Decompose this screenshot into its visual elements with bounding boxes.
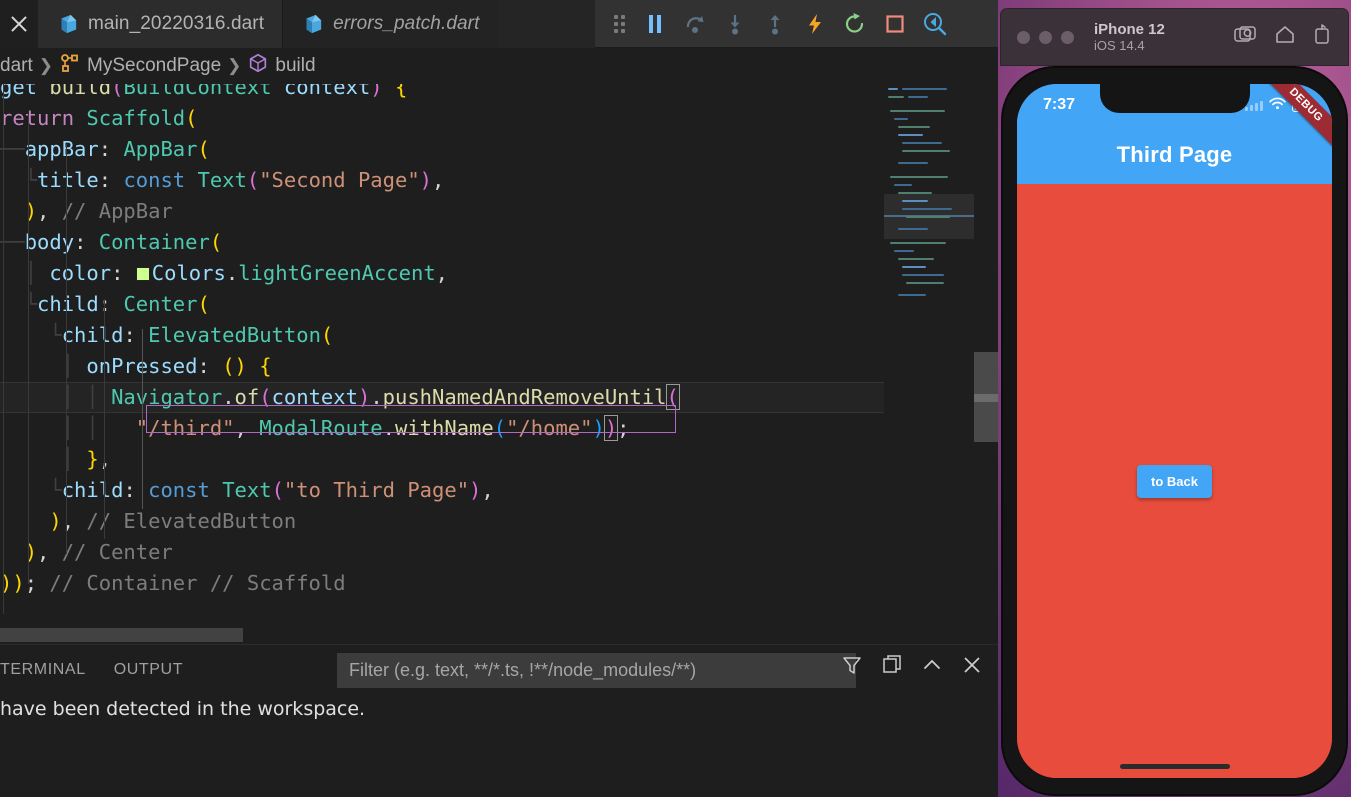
code-line: ──appBar: AppBar( xyxy=(0,137,210,161)
panel-actions xyxy=(840,653,984,677)
step-over-icon xyxy=(686,15,704,33)
pause-icon xyxy=(649,14,661,33)
panel-output-text: have been detected in the workspace. xyxy=(0,698,366,720)
hot-reload-button[interactable] xyxy=(795,0,835,48)
iphone-device: Third Page 7:37 DEBUG to Back xyxy=(999,68,1350,797)
tab-label: main_20220316.dart xyxy=(88,13,265,34)
home-icon[interactable] xyxy=(1274,24,1296,51)
code-line: ), // ElevatedButton xyxy=(49,509,297,533)
code-line: get build(BuildContext context) { xyxy=(0,84,408,99)
code-line: ──body: Container( xyxy=(0,230,223,254)
tab-main-dart[interactable]: main_20220316.dart xyxy=(38,0,283,48)
app-bar-title: Third Page xyxy=(1116,142,1233,167)
simulator-os-version: iOS 14.4 xyxy=(1094,37,1145,53)
code-line: │ │ "/third", ModalRoute.withName("/home… xyxy=(61,415,630,441)
devtools-search-icon xyxy=(924,12,947,35)
breadcrumb: dart ❯ MySecondPage ❯ build xyxy=(0,48,998,84)
simulator-device-name: iPhone 12 xyxy=(1094,20,1165,38)
method-icon xyxy=(247,52,269,80)
code-editor[interactable]: get build(BuildContext context) { return… xyxy=(0,84,998,644)
pause-button[interactable] xyxy=(635,0,675,48)
editor-tab-bar: main_20220316.dart errors_patch.dart xyxy=(0,0,998,48)
scrollbar-thumb[interactable] xyxy=(0,628,243,642)
code-line: ), // Center xyxy=(24,540,173,564)
breadcrumb-method[interactable]: build xyxy=(275,55,315,77)
code-text-area[interactable]: get build(BuildContext context) { return… xyxy=(0,84,884,644)
code-line: └child: const Text("to Third Page"), xyxy=(49,478,494,502)
tab-output[interactable]: OUTPUT xyxy=(100,661,197,679)
code-line: │ }, xyxy=(61,447,111,471)
cellular-signal-icon xyxy=(1245,101,1263,111)
stop-button[interactable] xyxy=(875,0,915,48)
devtools-button[interactable] xyxy=(915,0,955,48)
code-line: └child: Center( xyxy=(24,292,210,316)
minimize-window-button[interactable] xyxy=(1039,30,1052,44)
to-back-button[interactable]: to Back xyxy=(1137,464,1212,498)
collapse-icon[interactable] xyxy=(920,653,944,677)
code-line: └title: const Text("Second Page"), xyxy=(24,168,445,192)
close-icon[interactable] xyxy=(960,653,984,677)
code-line-current: │ │ Navigator.of(context).pushNamedAndRe… xyxy=(0,382,884,413)
window-traffic-lights[interactable] xyxy=(1017,30,1074,44)
filter-input[interactable] xyxy=(349,660,844,681)
class-icon xyxy=(59,53,81,79)
code-line: return Scaffold( xyxy=(0,106,198,130)
filter-icon[interactable] xyxy=(840,653,864,677)
editor-vertical-scrollbar[interactable] xyxy=(974,84,998,644)
tab-errors-patch-dart[interactable]: errors_patch.dart xyxy=(282,0,498,48)
wifi-icon xyxy=(1269,97,1286,115)
status-clock: 7:37 xyxy=(1043,96,1076,113)
step-into-icon xyxy=(730,14,740,34)
code-line: │ color: Colors.lightGreenAccent, xyxy=(24,261,449,285)
code-line: │ onPressed: () { xyxy=(61,354,272,378)
chevron-right-icon: ❯ xyxy=(38,56,53,75)
clear-output-icon[interactable] xyxy=(880,653,904,677)
code-line: └child: ElevatedButton( xyxy=(49,323,334,347)
screen-root: main_20220316.dart errors_patch.dart dar… xyxy=(0,0,1351,797)
code-line: )); // Container // Scaffold xyxy=(0,571,346,595)
step-into-button[interactable] xyxy=(715,0,755,48)
tab-label: errors_patch.dart xyxy=(333,13,480,34)
drag-handle[interactable] xyxy=(595,0,635,48)
scrollbar-cursor-marker xyxy=(974,394,998,402)
breadcrumb-file[interactable]: dart xyxy=(0,55,33,77)
screenshot-icon[interactable] xyxy=(1234,24,1258,51)
step-out-button[interactable] xyxy=(755,0,795,48)
simulator-title-block: iPhone 12 iOS 14.4 xyxy=(1094,21,1165,54)
lightning-icon xyxy=(809,13,821,34)
panel-tab-bar: TERMINAL OUTPUT xyxy=(0,645,998,695)
simulator-titlebar[interactable]: iPhone 12 iOS 14.4 xyxy=(1000,8,1349,66)
hot-restart-button[interactable] xyxy=(835,0,875,48)
vscode-window: main_20220316.dart errors_patch.dart dar… xyxy=(0,0,998,797)
rotate-icon[interactable] xyxy=(1312,23,1332,51)
editor-minimap[interactable] xyxy=(884,84,974,644)
stop-icon xyxy=(886,14,904,33)
restart-icon xyxy=(845,12,864,33)
dart-icon xyxy=(56,13,78,35)
dart-icon xyxy=(301,13,323,35)
close-window-button[interactable] xyxy=(1017,30,1030,44)
simulator-toolbar-icons xyxy=(1234,23,1332,51)
ios-simulator-window: iPhone 12 iOS 14.4 Third Page 7:37 DEBUG… xyxy=(998,0,1351,797)
code-line: ), // AppBar xyxy=(24,199,173,223)
home-indicator[interactable] xyxy=(1119,764,1230,769)
tab-terminal[interactable]: TERMINAL xyxy=(0,661,100,679)
device-notch xyxy=(1099,84,1250,113)
device-screen[interactable]: Third Page 7:37 DEBUG to Back xyxy=(1017,84,1332,778)
chevron-right-icon: ❯ xyxy=(227,56,242,75)
editor-horizontal-scrollbar[interactable] xyxy=(0,628,884,642)
editor-close-button[interactable] xyxy=(0,0,38,48)
step-out-icon xyxy=(770,14,780,34)
breadcrumb-class[interactable]: MySecondPage xyxy=(87,55,221,77)
filter-input-wrapper[interactable] xyxy=(337,653,856,688)
app-body: to Back xyxy=(1017,184,1332,778)
drag-handle-icon xyxy=(614,14,625,33)
step-over-button[interactable] xyxy=(675,0,715,48)
zoom-window-button[interactable] xyxy=(1061,30,1074,44)
close-icon xyxy=(8,13,30,35)
debug-toolbar xyxy=(595,0,998,48)
bottom-panel: TERMINAL OUTPUT Filter (e.g. text, **/*.… xyxy=(0,644,998,797)
